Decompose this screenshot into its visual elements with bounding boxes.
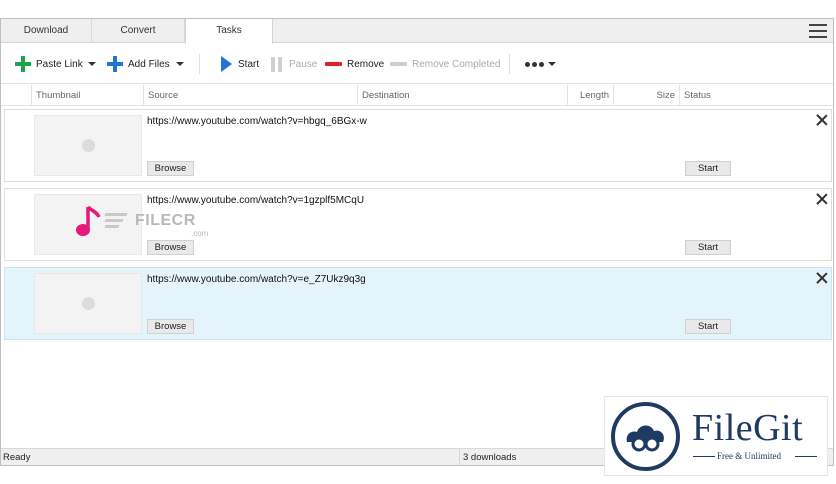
- chevron-down-icon: [88, 62, 96, 66]
- task-source-url: https://www.youtube.com/watch?v=hbgq_6BG…: [147, 116, 367, 127]
- task-start-button[interactable]: Start: [685, 161, 731, 176]
- column-destination[interactable]: Destination: [357, 85, 567, 106]
- tab-tasks[interactable]: Tasks: [185, 19, 273, 44]
- column-thumbnail[interactable]: Thumbnail: [31, 85, 143, 106]
- start-label: Start: [238, 58, 260, 70]
- music-note-icon: [76, 205, 101, 236]
- filegit-rule: [693, 456, 715, 457]
- filegit-logo-icon: [611, 402, 680, 471]
- filecr-domain: .com: [191, 229, 209, 238]
- remove-completed-label: Remove Completed: [412, 58, 501, 70]
- plus-icon: [107, 56, 123, 72]
- task-source-url: https://www.youtube.com/watch?v=e_Z7Ukz9…: [147, 274, 366, 285]
- tab-convert[interactable]: Convert: [92, 19, 185, 43]
- remove-completed-button[interactable]: Remove Completed: [390, 55, 500, 73]
- browse-button[interactable]: Browse: [147, 161, 194, 176]
- toolbar-divider: [509, 54, 510, 74]
- status-text: Ready: [3, 452, 31, 463]
- filegit-watermark: FileGit Free & Unlimited: [604, 396, 828, 476]
- add-files-button[interactable]: Add Files: [107, 55, 170, 73]
- task-row-selected[interactable]: https://www.youtube.com/watch?v=e_Z7Ukz9…: [4, 267, 832, 340]
- task-source-url: https://www.youtube.com/watch?v=1gzplf5M…: [147, 195, 365, 206]
- filegit-logo-text: FileGit: [692, 407, 804, 449]
- column-status[interactable]: Status: [679, 85, 833, 106]
- add-files-dropdown[interactable]: [176, 55, 184, 73]
- add-files-label: Add Files: [128, 58, 170, 70]
- paste-link-button[interactable]: Paste Link: [15, 55, 83, 73]
- pause-label: Pause: [289, 58, 318, 70]
- paste-link-dropdown[interactable]: [88, 55, 96, 73]
- downloads-count: 3 downloads: [459, 449, 516, 466]
- chevron-down-icon: [548, 62, 556, 66]
- start-button[interactable]: Start: [221, 55, 259, 73]
- thumbnail-placeholder-icon: [82, 297, 95, 310]
- menu-hamburger-icon[interactable]: [809, 24, 827, 38]
- remove-label: Remove: [347, 58, 385, 70]
- column-length[interactable]: Length: [567, 85, 613, 106]
- task-start-button[interactable]: Start: [685, 319, 731, 334]
- toolbar-divider: [199, 54, 200, 74]
- task-row[interactable]: https://www.youtube.com/watch?v=1gzplf5M…: [4, 188, 832, 261]
- chevron-down-icon: [176, 62, 184, 66]
- more-options-button[interactable]: [525, 55, 556, 73]
- filecr-logo-text: FILECR: [135, 212, 196, 229]
- close-icon[interactable]: [816, 193, 828, 205]
- pause-icon: [271, 56, 282, 72]
- filegit-rule: [795, 456, 817, 457]
- tab-bar: Download Convert Tasks: [1, 19, 833, 44]
- paste-link-label: Paste Link: [36, 58, 83, 70]
- close-icon[interactable]: [816, 272, 828, 284]
- column-size[interactable]: Size: [613, 85, 679, 106]
- thumbnail: [34, 273, 142, 334]
- task-start-button[interactable]: Start: [685, 240, 731, 255]
- browse-button[interactable]: Browse: [147, 319, 194, 334]
- filegit-tagline: Free & Unlimited: [717, 451, 781, 461]
- column-header: Thumbnail Source Destination Length Size…: [1, 85, 833, 106]
- task-row[interactable]: https://www.youtube.com/watch?v=hbgq_6BG…: [4, 109, 832, 182]
- more-dots-icon: [525, 61, 544, 67]
- minus-icon: [390, 62, 407, 66]
- remove-button[interactable]: Remove: [325, 55, 384, 73]
- browse-button[interactable]: Browse: [147, 240, 194, 255]
- column-source[interactable]: Source: [143, 85, 357, 106]
- plus-icon: [15, 56, 31, 72]
- filecr-stripes-icon: [104, 213, 128, 231]
- thumbnail: [34, 115, 142, 176]
- tab-download[interactable]: Download: [1, 19, 92, 43]
- toolbar: Paste Link Add Files Start Pause Remove …: [1, 44, 833, 84]
- close-icon[interactable]: [816, 114, 828, 126]
- play-icon: [221, 56, 232, 72]
- pause-button[interactable]: Pause: [271, 55, 317, 73]
- minus-icon: [325, 62, 342, 66]
- thumbnail-placeholder-icon: [82, 139, 95, 152]
